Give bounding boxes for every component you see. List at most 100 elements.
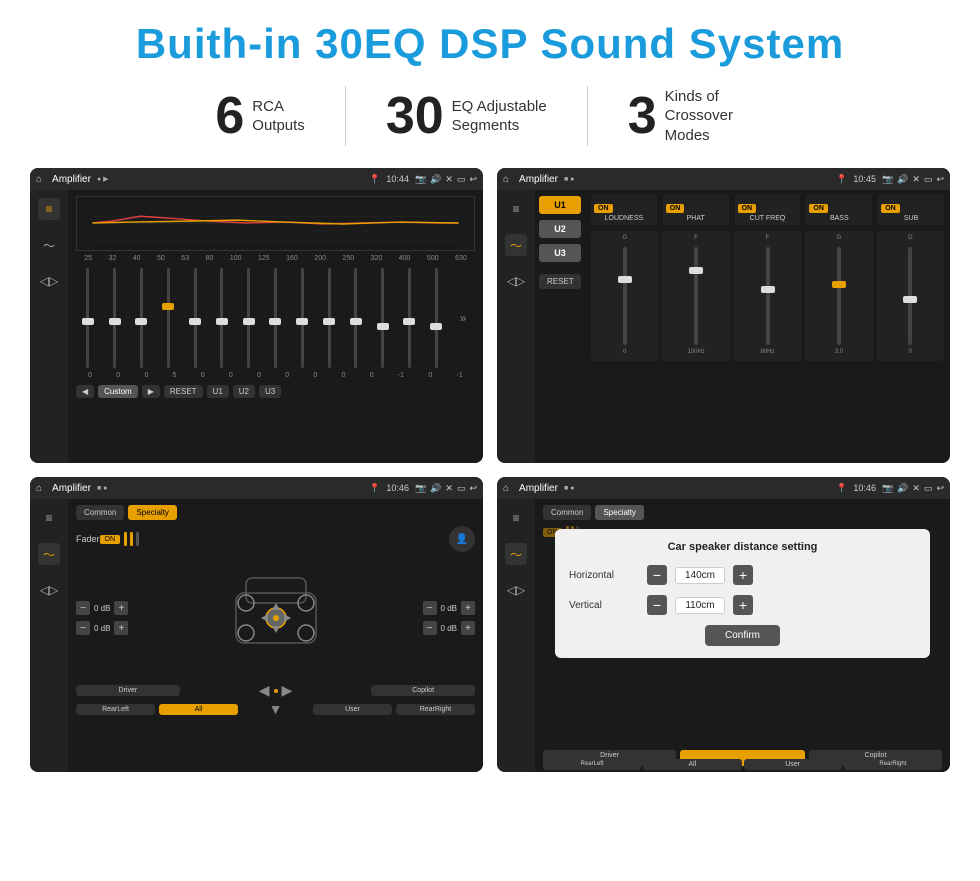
- fader-user-btn[interactable]: User: [313, 704, 392, 715]
- fader-minus-2[interactable]: −: [76, 621, 90, 635]
- eq-slider-9[interactable]: [290, 268, 314, 368]
- eq-custom-btn[interactable]: Custom: [98, 385, 138, 398]
- eq-u2-btn[interactable]: U2: [233, 385, 255, 398]
- fader-left-sidebar: ≡ 〜 ◁▷: [30, 499, 68, 772]
- eq-slider-13[interactable]: [398, 268, 422, 368]
- eq-slider-11[interactable]: [344, 268, 368, 368]
- distance-horizontal-minus[interactable]: −: [647, 565, 667, 585]
- fader-plus-2[interactable]: +: [114, 621, 128, 635]
- eq-screen-title: Amplifier: [52, 174, 91, 185]
- eq-slider-4[interactable]: [156, 268, 180, 368]
- eq-play-btn[interactable]: ▶: [142, 385, 160, 398]
- distance-rearleft-btn[interactable]: RearLeft: [543, 759, 641, 770]
- eq-slider-8[interactable]: [264, 268, 288, 368]
- fader-driver-btn[interactable]: Driver: [76, 685, 180, 696]
- distance-sidebar-wave-icon[interactable]: 〜: [505, 543, 527, 565]
- fader-tab-common[interactable]: Common: [76, 505, 124, 520]
- distance-topbar-icons: 📷 🔊 ✕ ▭ ↩: [882, 483, 944, 494]
- fader-all-btn[interactable]: All: [159, 704, 238, 715]
- distance-confirm-button[interactable]: Confirm: [705, 625, 780, 646]
- distance-sidebar-vol-icon[interactable]: ◁▷: [505, 579, 527, 601]
- distance-user-btn[interactable]: User: [744, 759, 842, 770]
- eq-slider-10[interactable]: [317, 268, 341, 368]
- eq-slider-7[interactable]: [237, 268, 261, 368]
- fader-db-val-4: 0 dB: [441, 624, 457, 633]
- sub-label: SUB: [881, 215, 941, 222]
- distance-vertical-plus[interactable]: +: [733, 595, 753, 615]
- crossover-home-icon[interactable]: ⌂: [503, 174, 509, 185]
- eq-expand-btn[interactable]: »: [451, 268, 475, 368]
- distance-vertical-minus[interactable]: −: [647, 595, 667, 615]
- distance-all-btn[interactable]: All: [643, 759, 741, 770]
- crossover-sliders-row: G 0 F 100Hz F: [591, 231, 944, 361]
- fader-sidebar-vol-icon[interactable]: ◁▷: [38, 579, 60, 601]
- fader-home-icon[interactable]: ⌂: [36, 483, 42, 494]
- fader-bottom-row-2: RearLeft All ▼ User RearRight: [76, 701, 475, 717]
- crossover-u2-btn[interactable]: U2: [539, 220, 581, 238]
- fader-tabs: Common Specialty: [76, 505, 475, 520]
- fader-db-val-3: 0 dB: [441, 604, 457, 613]
- distance-screen-panel: ⌂ Amplifier ■ ● 📍 10:46 📷 🔊 ✕ ▭ ↩ ≡ 〜: [497, 477, 950, 772]
- fader-minus-4[interactable]: −: [423, 621, 437, 635]
- home-icon[interactable]: ⌂: [36, 174, 42, 185]
- fader-label: Fader: [76, 534, 100, 544]
- eq-sidebar-vol-icon[interactable]: ◁▷: [38, 270, 60, 292]
- crossover-cutfreq-module: ON CUT FREQ: [735, 194, 801, 225]
- crossover-vslider-4[interactable]: G 3.0: [805, 231, 872, 361]
- distance-rearright-btn[interactable]: RearRight: [844, 759, 942, 770]
- distance-tab-specialty[interactable]: Specialty: [595, 505, 643, 520]
- fader-tab-specialty[interactable]: Specialty: [128, 505, 176, 520]
- fader-plus-4[interactable]: +: [461, 621, 475, 635]
- crossover-sidebar-eq-icon[interactable]: ≡: [505, 198, 527, 220]
- fader-back-icon: ↩: [469, 483, 477, 494]
- distance-home-icon[interactable]: ⌂: [503, 483, 509, 494]
- crossover-vslider-1[interactable]: G 0: [591, 231, 658, 361]
- crossover-u1-btn[interactable]: U1: [539, 196, 581, 214]
- crossover-sidebar-wave-icon[interactable]: 〜: [505, 234, 527, 256]
- fader-plus-1[interactable]: +: [114, 601, 128, 615]
- eq-slider-2[interactable]: [103, 268, 127, 368]
- distance-sidebar-eq-icon[interactable]: ≡: [505, 507, 527, 529]
- crossover-u3-btn[interactable]: U3: [539, 244, 581, 262]
- crossover-vslider-3[interactable]: F 80Hz: [734, 231, 801, 361]
- fader-rearright-btn[interactable]: RearRight: [396, 704, 475, 715]
- distance-topbar-time: 10:46: [853, 483, 876, 493]
- eq-sidebar-wave-icon[interactable]: 〜: [38, 234, 60, 256]
- eq-sidebar-eq-icon[interactable]: ≡: [38, 198, 60, 220]
- crossover-topbar: ⌂ Amplifier ■ ● 📍 10:45 📷 🔊 ✕ ▭ ↩: [497, 168, 950, 190]
- fader-copilot-btn[interactable]: Copilot: [371, 685, 475, 696]
- eq-u1-btn[interactable]: U1: [207, 385, 229, 398]
- eq-prev-btn[interactable]: ◀: [76, 385, 94, 398]
- fader-plus-3[interactable]: +: [461, 601, 475, 615]
- bass-on-badge: ON: [809, 204, 828, 213]
- stat-label-crossover: Kinds ofCrossover Modes: [665, 87, 765, 146]
- eq-bottom-bar: ◀ Custom ▶ RESET U1 U2 U3: [76, 385, 475, 398]
- crossover-sidebar-vol-icon[interactable]: ◁▷: [505, 270, 527, 292]
- crossover-vslider-5[interactable]: G 0: [877, 231, 944, 361]
- distance-horizontal-plus[interactable]: +: [733, 565, 753, 585]
- crossover-vslider-2[interactable]: F 100Hz: [662, 231, 729, 361]
- cutfreq-on-badge: ON: [738, 204, 757, 213]
- eq-reset-btn[interactable]: RESET: [164, 385, 203, 398]
- eq-slider-6[interactable]: [210, 268, 234, 368]
- eq-slider-14[interactable]: [424, 268, 448, 368]
- eq-slider-1[interactable]: [76, 268, 100, 368]
- crossover-left-sidebar: ≡ 〜 ◁▷: [497, 190, 535, 463]
- distance-vertical-label: Vertical: [569, 600, 639, 611]
- fader-sidebar-wave-icon[interactable]: 〜: [38, 543, 60, 565]
- eq-slider-3[interactable]: [130, 268, 154, 368]
- distance-left-sidebar: ≡ 〜 ◁▷: [497, 499, 535, 772]
- fader-sidebar-eq-icon[interactable]: ≡: [38, 507, 60, 529]
- fader-minus-1[interactable]: −: [76, 601, 90, 615]
- camera-icon: 📷: [415, 174, 426, 185]
- eq-slider-12[interactable]: [371, 268, 395, 368]
- fader-rearleft-btn[interactable]: RearLeft: [76, 704, 155, 715]
- crossover-reset-btn[interactable]: RESET: [539, 274, 581, 289]
- distance-tab-common[interactable]: Common: [543, 505, 591, 520]
- eq-slider-5[interactable]: [183, 268, 207, 368]
- fader-minus-3[interactable]: −: [423, 601, 437, 615]
- loudness-on-badge: ON: [594, 204, 613, 213]
- crossover-top-modules: ON LOUDNESS ON PHAT ON CUT FREQ: [591, 194, 944, 225]
- crossover-close-icon: ✕: [912, 174, 920, 185]
- eq-u3-btn[interactable]: U3: [259, 385, 281, 398]
